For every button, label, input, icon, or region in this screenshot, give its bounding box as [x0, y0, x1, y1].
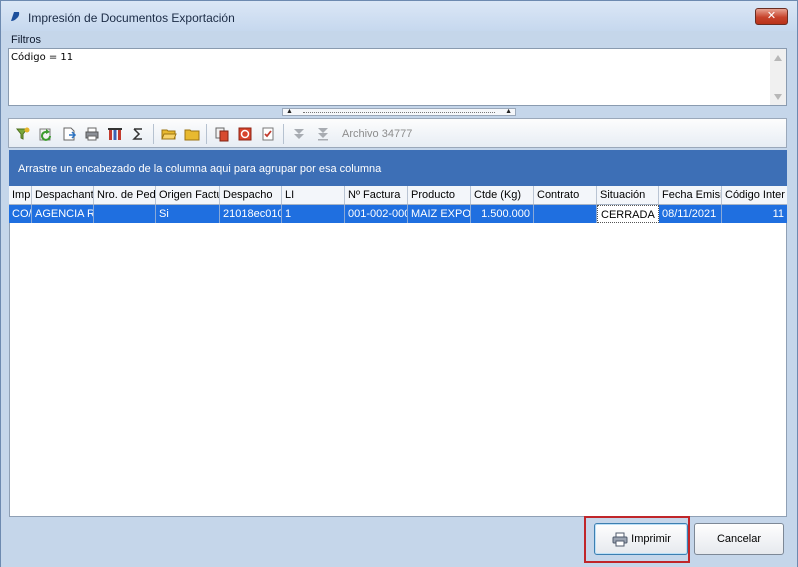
title-bar[interactable]: Impresión de Documentos Exportación ✕ [1, 1, 797, 31]
columns-chooser-icon[interactable] [107, 126, 123, 142]
column-header[interactable]: Contrato [534, 186, 597, 204]
archive-label: Archivo 34777 [342, 128, 413, 140]
toolbar-separator [206, 124, 207, 144]
column-header[interactable]: Producto [408, 186, 471, 204]
expand-icon[interactable] [291, 126, 307, 142]
filters-textarea[interactable]: Código = 11 [8, 48, 787, 106]
focused-cell[interactable]: CERRADA [597, 205, 659, 223]
toolbar-separator [153, 124, 154, 144]
filters-label: Filtros [11, 34, 41, 46]
close-button[interactable]: ✕ [755, 8, 788, 25]
checklist-icon[interactable] [260, 126, 276, 142]
app-logo-icon [11, 12, 20, 21]
filter-icon[interactable] [15, 126, 31, 142]
toolbar-separator [283, 124, 284, 144]
sum-icon[interactable] [130, 126, 146, 142]
group-by-hint: Arrastre un encabezado de la columna aqu… [18, 163, 382, 175]
table-cell[interactable]: 001-002-000 [345, 205, 408, 223]
print-button-label: Imprimir [631, 533, 671, 545]
print-button[interactable]: Imprimir [594, 523, 688, 555]
table-cell[interactable]: MAIZ EXPOR [408, 205, 471, 223]
column-header[interactable]: Fecha Emisi [659, 186, 722, 204]
table-cell[interactable]: 1 [282, 205, 345, 223]
column-header[interactable]: Imp [9, 186, 32, 204]
copy-document-icon[interactable] [214, 126, 230, 142]
filters-scrollbar[interactable] [770, 49, 786, 105]
cancel-button[interactable]: Cancelar [694, 523, 784, 555]
window-title: Impresión de Documentos Exportación [28, 11, 235, 25]
panel-splitter[interactable]: ▲ ▲ [282, 108, 516, 116]
column-header[interactable]: Código Inter [722, 186, 787, 204]
collapse-icon[interactable] [315, 126, 331, 142]
table-cell[interactable]: 11 [722, 205, 787, 223]
column-header[interactable]: Ctde (Kg) [471, 186, 534, 204]
export-document-icon[interactable] [61, 126, 77, 142]
table-cell[interactable]: 21018ec010 [220, 205, 282, 223]
column-header[interactable]: LI [282, 186, 345, 204]
grid-empty-area [9, 223, 787, 517]
column-header[interactable]: Origen Factu [156, 186, 220, 204]
column-header[interactable]: Situación [597, 186, 659, 204]
record-icon[interactable] [237, 126, 253, 142]
table-cell[interactable]: 1.500.000 [471, 205, 534, 223]
print-icon[interactable] [84, 126, 100, 142]
open-folder-icon[interactable] [161, 126, 177, 142]
scroll-down-icon[interactable] [774, 94, 782, 100]
filters-text: Código = 11 [11, 52, 74, 63]
column-header[interactable]: Nro. de Ped [94, 186, 156, 204]
table-cell[interactable]: CO/ [9, 205, 32, 223]
scroll-up-icon[interactable] [774, 55, 782, 61]
group-by-panel[interactable]: Arrastre un encabezado de la columna aqu… [9, 150, 787, 186]
refresh-icon[interactable] [38, 126, 54, 142]
splitter-grip [303, 112, 495, 113]
cancel-button-label: Cancelar [716, 533, 762, 545]
table-cell[interactable] [94, 205, 156, 223]
column-header[interactable]: Despacho [220, 186, 282, 204]
grid-toolbar: Archivo 34777 [8, 118, 787, 148]
grid-header: Imp Despachant Nro. de Ped Origen Factu … [9, 186, 787, 205]
table-cell[interactable]: Si [156, 205, 220, 223]
splitter-up-icon[interactable]: ▲ [286, 108, 293, 115]
table-cell[interactable] [534, 205, 597, 223]
table-cell[interactable]: AGENCIA R\ [32, 205, 94, 223]
table-cell[interactable]: 08/11/2021 [659, 205, 722, 223]
folder-icon[interactable] [184, 126, 200, 142]
splitter-down-icon[interactable]: ▲ [505, 108, 512, 115]
export-documents-window: Impresión de Documentos Exportación ✕ Fi… [0, 0, 798, 567]
column-header[interactable]: Nº Factura [345, 186, 408, 204]
column-header[interactable]: Despachant [32, 186, 94, 204]
table-row[interactable]: CO/ AGENCIA R\ Si 21018ec010 1 001-002-0… [9, 205, 787, 223]
